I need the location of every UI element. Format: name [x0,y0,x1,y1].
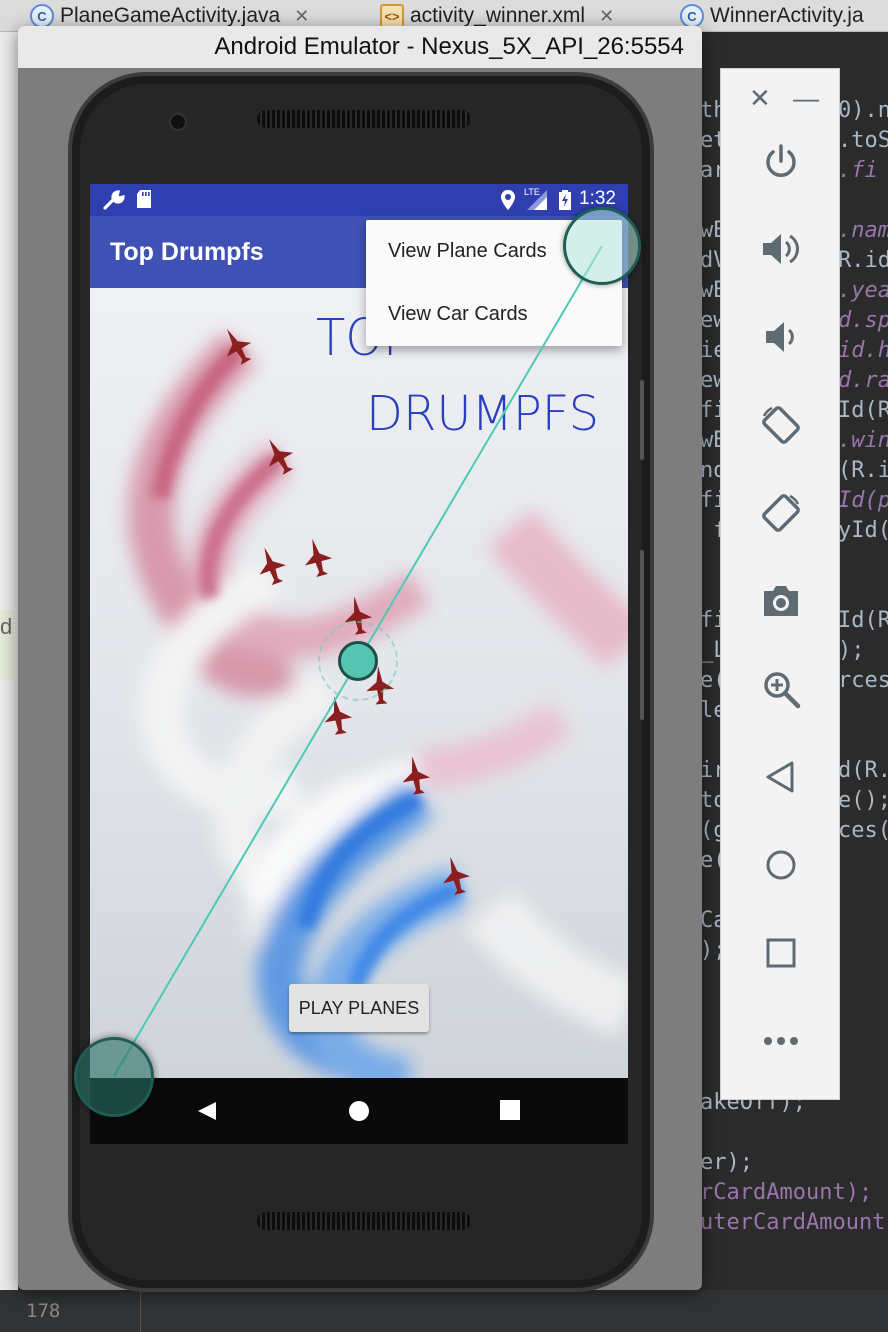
pinch-center-point [338,641,378,681]
volume-down-icon[interactable] [751,307,811,367]
close-icon[interactable]: ✕ [749,83,771,114]
camera-icon[interactable] [751,571,811,631]
home-icon[interactable] [751,835,811,895]
minimize-icon[interactable]: — [793,83,819,114]
volume-up-icon[interactable] [751,219,811,279]
back-icon[interactable] [751,747,811,807]
more-icon[interactable] [751,1011,811,1071]
touch-point-top [563,207,641,285]
touch-point-bottom [74,1037,154,1117]
zoom-icon[interactable] [751,659,811,719]
emulator-toolbar: ✕ — [720,68,840,1100]
power-icon[interactable] [751,131,811,191]
rotate-right-icon[interactable] [751,483,811,543]
overview-icon[interactable] [751,923,811,983]
rotate-left-icon[interactable] [751,395,811,455]
